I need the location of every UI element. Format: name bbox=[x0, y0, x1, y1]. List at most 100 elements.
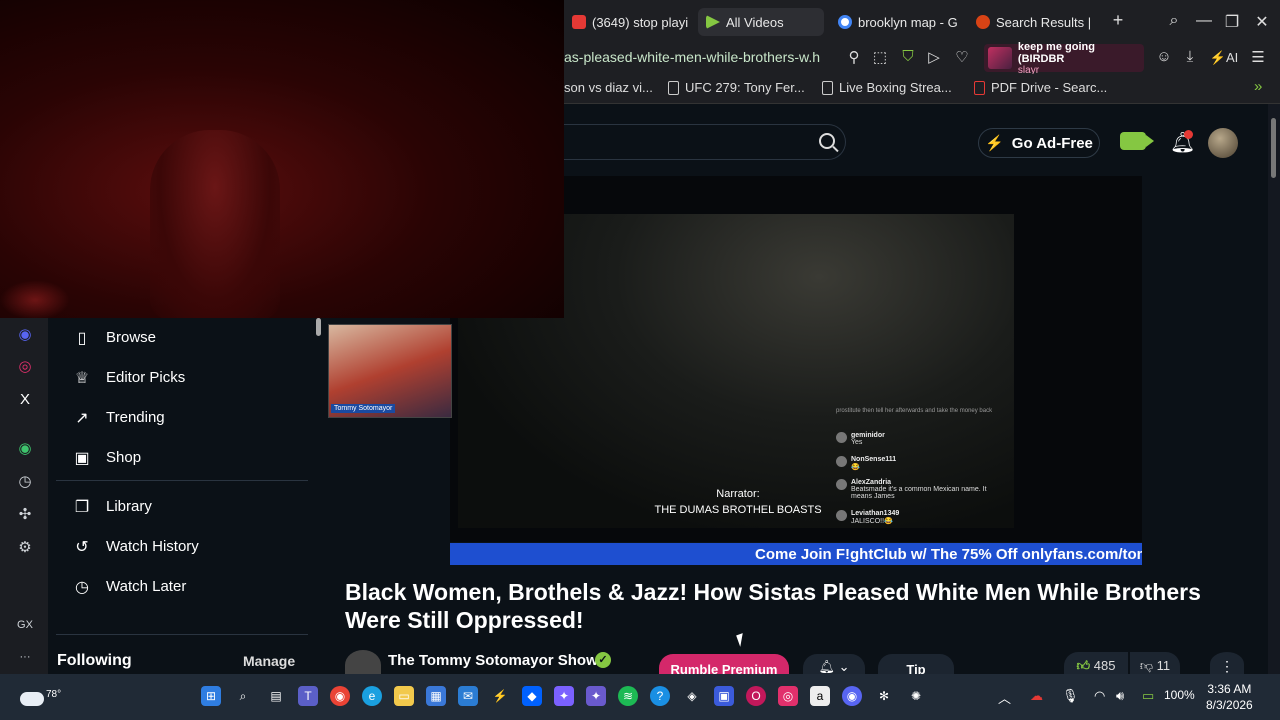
bookmark-label: Live Boxing Strea... bbox=[839, 80, 952, 95]
chat-text: JALISCO!!😂 bbox=[851, 518, 893, 525]
task-view-icon[interactable]: ▤ bbox=[266, 686, 286, 706]
search-input[interactable] bbox=[564, 124, 846, 160]
pin-icon[interactable]: ⚲ bbox=[844, 48, 864, 66]
browse-icon: ▯ bbox=[77, 330, 87, 347]
player-icon[interactable]: ◉ bbox=[16, 440, 34, 458]
go-ad-free-button[interactable]: ⚡ Go Ad-Free bbox=[978, 128, 1100, 158]
clock-date: 8/3/2026 bbox=[1206, 698, 1253, 712]
history-icon[interactable]: ◷ bbox=[16, 473, 34, 491]
search-icon[interactable]: ⌕ bbox=[233, 686, 253, 706]
nav-watch-history[interactable]: ↺ Watch History bbox=[72, 537, 199, 557]
download-icon[interactable]: ⤓ bbox=[1180, 48, 1200, 65]
shield-icon[interactable]: ⛉ bbox=[898, 48, 918, 65]
extensions-icon[interactable]: ✣ bbox=[16, 506, 34, 524]
help-icon[interactable]: ? bbox=[650, 686, 670, 706]
tab-brooklyn-map[interactable]: brooklyn map - G bbox=[830, 8, 960, 36]
teams-icon[interactable]: T bbox=[298, 686, 318, 706]
app-icon[interactable]: ⚡ bbox=[490, 686, 510, 706]
dislike-button[interactable]: 👎︎ 11 bbox=[1130, 652, 1180, 676]
tab-bar: (3649) stop playi All Videos brooklyn ma… bbox=[564, 0, 1280, 44]
amazon-icon[interactable]: a bbox=[810, 686, 830, 706]
store-icon[interactable]: ▦ bbox=[426, 686, 446, 706]
opera-gx-icon[interactable]: O bbox=[746, 686, 766, 706]
album-art bbox=[988, 47, 1012, 69]
bookmark-item[interactable]: Live Boxing Strea... bbox=[822, 80, 952, 95]
upload-video-icon[interactable] bbox=[1120, 132, 1154, 150]
settings-icon[interactable]: ⚙ bbox=[16, 539, 34, 557]
nav-watch-later[interactable]: ◷ Watch Later bbox=[72, 577, 186, 597]
nav-editor-picks[interactable]: ♕ Editor Picks bbox=[72, 368, 185, 388]
send-icon[interactable]: ▷ bbox=[924, 48, 944, 66]
maximize-button[interactable]: ❐ bbox=[1222, 12, 1242, 32]
profile-icon[interactable]: ☺ bbox=[1154, 48, 1174, 65]
nav-browse[interactable]: ▯ Browse bbox=[72, 328, 156, 348]
app-icon[interactable]: ✺ bbox=[906, 686, 926, 706]
chat-name: geminidor bbox=[851, 432, 885, 439]
like-button[interactable]: 👍︎ 485 bbox=[1064, 652, 1128, 676]
more-icon[interactable]: ··· bbox=[16, 648, 34, 666]
tab-youtube[interactable]: (3649) stop playi bbox=[564, 8, 694, 36]
go-ad-free-label: Go Ad-Free bbox=[1011, 134, 1093, 152]
nav-trending[interactable]: ↗ Trending bbox=[72, 408, 164, 428]
dropbox-icon[interactable]: ◆ bbox=[522, 686, 542, 706]
tray-app-icon[interactable]: ☁ bbox=[1030, 688, 1043, 704]
spotify-icon[interactable]: ≋ bbox=[618, 686, 638, 706]
instagram-icon[interactable]: ◎ bbox=[778, 686, 798, 706]
chat-avatar bbox=[836, 456, 847, 467]
chat-name: AlexZandria bbox=[851, 479, 892, 486]
mail-icon[interactable]: ✉ bbox=[458, 686, 478, 706]
rumble-nav: ▯ Browse ♕ Editor Picks ↗ Trending ▣ Shop ❐ L… bbox=[48, 318, 324, 674]
minimize-button[interactable]: — bbox=[1194, 12, 1214, 30]
rumble-icon bbox=[706, 15, 720, 29]
battery-icon[interactable]: ▭ bbox=[1142, 688, 1154, 704]
edge-icon[interactable]: e bbox=[362, 686, 382, 706]
app-icon[interactable]: ◈ bbox=[682, 686, 702, 706]
chatgpt-icon[interactable]: ✻ bbox=[874, 686, 894, 706]
close-button[interactable]: ✕ bbox=[1252, 12, 1272, 32]
bookmark-item[interactable]: UFC 279: Tony Fer... bbox=[668, 80, 805, 95]
scrollbar-thumb[interactable] bbox=[316, 318, 321, 336]
snapshot-icon[interactable]: ⬚ bbox=[870, 48, 890, 66]
heart-icon[interactable]: ♡ bbox=[952, 48, 972, 66]
more-options-icon[interactable]: ⋮ bbox=[1210, 652, 1244, 676]
start-icon[interactable]: ⊞ bbox=[201, 686, 221, 706]
x-icon[interactable]: X bbox=[16, 391, 34, 409]
url-field[interactable]: as-pleased-white-men-while-brothers-w.h bbox=[564, 49, 834, 65]
more-bookmarks-icon[interactable]: » bbox=[1254, 78, 1262, 95]
instagram-icon[interactable]: ◎ bbox=[16, 358, 34, 376]
app-icon[interactable]: ▣ bbox=[714, 686, 734, 706]
file-explorer-icon[interactable]: ▭ bbox=[394, 686, 414, 706]
chrome-icon[interactable]: ◉ bbox=[330, 686, 350, 706]
channel-name[interactable]: The Tommy Sotomayor Show bbox=[388, 652, 598, 669]
tab-label: All Videos bbox=[726, 14, 784, 30]
wifi-icon[interactable]: ◠ bbox=[1094, 688, 1105, 704]
menu-icon[interactable]: ☰ bbox=[1248, 48, 1268, 66]
tab-all-videos[interactable]: All Videos bbox=[698, 8, 824, 36]
chevron-up-icon[interactable]: ︿ bbox=[998, 688, 1011, 707]
weather-widget[interactable]: 78° bbox=[20, 682, 61, 706]
manage-link[interactable]: Manage bbox=[243, 653, 295, 669]
gx-icon[interactable]: GX bbox=[16, 616, 34, 634]
bookmark-item[interactable]: son vs diaz vi... bbox=[564, 80, 653, 95]
tab-search-results[interactable]: Search Results | bbox=[968, 8, 1098, 36]
nav-scrollbar[interactable] bbox=[314, 318, 322, 674]
nav-shop[interactable]: ▣ Shop bbox=[72, 448, 141, 468]
music-player[interactable]: keep me going (BIRDBR slayr bbox=[984, 41, 1144, 76]
copilot-pro-icon[interactable]: ✦ bbox=[586, 686, 606, 706]
search-icon[interactable] bbox=[819, 133, 835, 149]
scrollbar-thumb[interactable] bbox=[1271, 118, 1276, 178]
ai-button[interactable]: ⚡AI bbox=[1206, 50, 1242, 66]
microphone-icon[interactable]: 🎙︎ bbox=[1062, 688, 1079, 704]
bookmark-item[interactable]: PDF Drive - Searc... bbox=[974, 80, 1107, 95]
nav-library[interactable]: ❐ Library bbox=[72, 497, 152, 517]
new-tab-button[interactable]: + bbox=[1108, 10, 1128, 31]
page-scrollbar[interactable] bbox=[1268, 104, 1280, 674]
volume-icon[interactable]: 🔊︎ bbox=[1116, 688, 1124, 704]
discord-icon[interactable]: ◉ bbox=[842, 686, 862, 706]
clock[interactable]: 3:36 AM 8/3/2026 bbox=[1206, 681, 1253, 713]
taskbar: 78° ⊞ ⌕ ▤ T ◉ e ▭ ▦ ✉ ⚡ ◆ ✦ ✦ ≋ ? ◈ ▣ O … bbox=[0, 674, 1280, 720]
copilot-icon[interactable]: ✦ bbox=[554, 686, 574, 706]
user-avatar[interactable] bbox=[1208, 128, 1238, 158]
discord-icon[interactable]: ◉ bbox=[16, 326, 34, 344]
search-tabs-icon[interactable]: ⌕ bbox=[1164, 12, 1184, 30]
